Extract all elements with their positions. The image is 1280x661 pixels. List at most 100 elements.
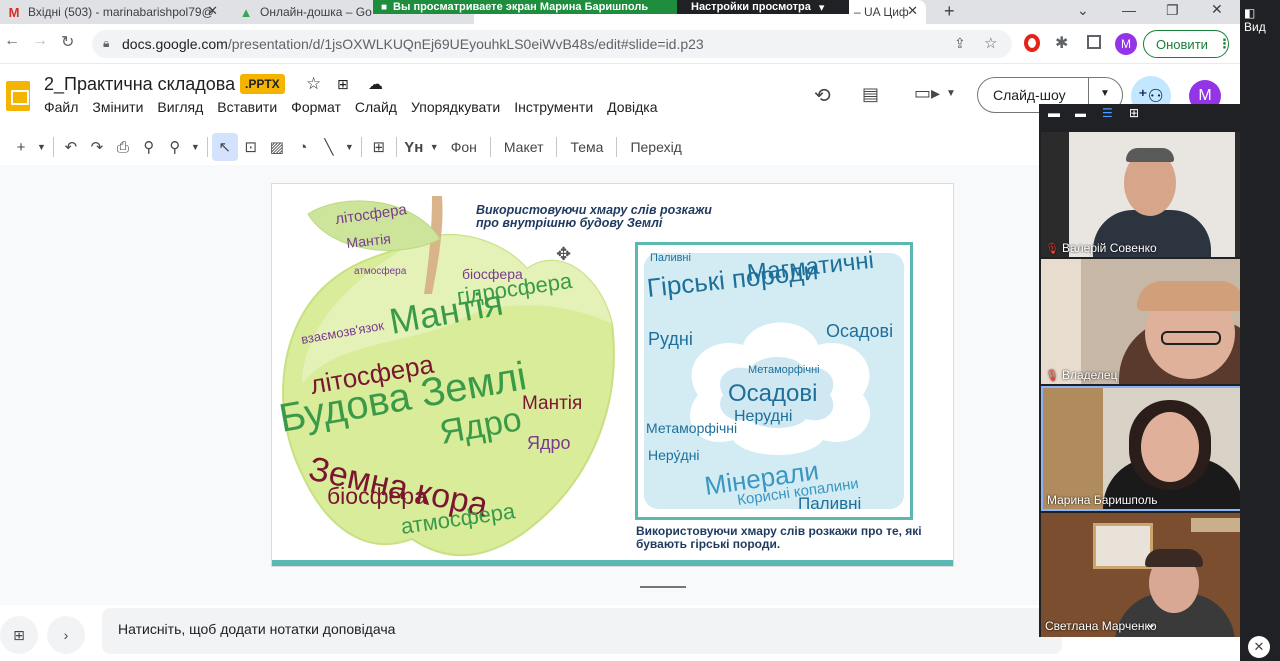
side-view-label[interactable]: ◧ Вид <box>1244 6 1280 34</box>
move-folder-icon[interactable]: ⊞ <box>337 76 349 93</box>
participant-name-text: Светлана Марченко <box>1045 619 1157 633</box>
divider <box>489 137 491 157</box>
reload-icon[interactable]: ↻ <box>61 32 74 52</box>
minimize-icon[interactable]: ▬ <box>1048 106 1060 120</box>
chevron-down-icon[interactable]: ⌄ <box>1145 615 1157 632</box>
mic-off-icon: 🎙︎ <box>1045 369 1059 382</box>
transition-button[interactable]: Перехід <box>621 139 690 155</box>
menu-tools[interactable]: Інструменти <box>514 99 593 115</box>
extensions-icon[interactable]: ✱ <box>1055 33 1068 53</box>
menu-bar: Файл Змінити Вигляд Вставити Формат Слай… <box>44 99 672 115</box>
theme-button[interactable]: Тема <box>561 139 612 155</box>
minimize-icon[interactable]: — <box>1122 2 1136 18</box>
menu-edit[interactable]: Змінити <box>92 99 143 115</box>
version-history-icon[interactable]: ⟲ <box>814 83 831 108</box>
url-host: docs.google.com <box>122 36 228 52</box>
back-icon[interactable]: ← <box>4 32 20 50</box>
new-slide-icon[interactable]: + <box>8 133 34 161</box>
undo-icon[interactable]: ↶ <box>58 133 84 161</box>
chevron-down-icon[interactable]: ▼ <box>1100 88 1110 99</box>
layout-button[interactable]: Макет <box>495 139 553 155</box>
slides-logo-icon[interactable] <box>6 81 30 111</box>
shape-icon[interactable]: ◔ <box>290 133 316 161</box>
line-icon[interactable]: ╲ <box>316 133 342 161</box>
close-icon[interactable]: ✕ <box>1248 636 1270 658</box>
participant-name: 🎙︎ Валерій Совенко <box>1045 241 1157 255</box>
chevron-down-icon[interactable]: ▼ <box>342 133 357 161</box>
zoom-icon[interactable]: ⚲ <box>162 133 188 161</box>
forward-icon[interactable]: → <box>32 32 48 50</box>
participant-tile-active[interactable]: Марина Баришполь <box>1041 386 1263 511</box>
chevron-down-icon[interactable]: ▼ <box>188 133 203 161</box>
gmail-icon: M <box>8 4 20 20</box>
participant-name: Марина Баришполь <box>1047 493 1158 507</box>
participant-name: 🎙︎ Владелец <box>1045 368 1117 382</box>
update-button[interactable]: Оновити ⋮ <box>1143 30 1231 58</box>
text-box-icon[interactable]: ⊡ <box>238 133 264 161</box>
print-icon[interactable]: ⎙ <box>110 133 136 161</box>
more-icon: ⋮ <box>1217 36 1231 51</box>
menu-arrange[interactable]: Упорядкувати <box>411 99 500 115</box>
redo-icon[interactable]: ↷ <box>84 133 110 161</box>
chevron-down-icon[interactable]: ▼ <box>946 88 956 99</box>
menu-insert[interactable]: Вставити <box>217 99 277 115</box>
notes-resize-handle[interactable] <box>640 586 686 588</box>
window-close-icon[interactable]: ✕ <box>1211 1 1223 18</box>
share-banner-text: Вы просматриваете экран Марина Баришполь <box>393 1 649 13</box>
chevron-down-icon[interactable]: ▼ <box>427 133 442 161</box>
select-tool-icon[interactable]: ↖ <box>211 133 238 161</box>
participant-tile[interactable]: Светлана Марченко ⌄ <box>1041 513 1263 637</box>
view-settings-button[interactable]: Настройки просмотра ▾ <box>677 0 849 14</box>
document-title[interactable]: 2_Практична складова <box>44 74 235 95</box>
chevron-right-icon[interactable]: › <box>47 616 85 654</box>
menu-file[interactable]: Файл <box>44 99 78 115</box>
speaker-notes[interactable]: Натисніть, щоб додати нотатки доповідача <box>102 608 1062 654</box>
profile-avatar[interactable]: M <box>1115 33 1137 55</box>
address-bar[interactable]: 🔒︎ docs.google.com/presentation/d/1jsOXW… <box>92 30 1012 58</box>
editor-toolbar: + ▼ ↶ ↷ ⎙ ⚲ ⚲ ▼ ↖ ⊡ ▨ ◔ ╲ ▼ ⊞ Yн ▼ Фон М… <box>8 131 1068 163</box>
meet-camera-icon[interactable]: ▭▸ <box>914 83 940 104</box>
star-icon[interactable]: ☆ <box>306 74 321 94</box>
strip-view-icon[interactable]: ☰ <box>1102 106 1113 120</box>
menu-format[interactable]: Формат <box>291 99 341 115</box>
tab-gmail[interactable]: M Вхідні (503) - marinabarishpol79@ ✕ <box>0 0 226 24</box>
grid-view-icon[interactable]: ⊞ <box>0 616 38 654</box>
word-cloud-word: біосфера <box>327 483 427 509</box>
menu-slide[interactable]: Слайд <box>355 99 397 115</box>
background-button[interactable]: Фон <box>442 139 486 155</box>
side-view-text: Вид <box>1244 20 1266 34</box>
participant-tile[interactable]: 🎙︎ Валерій Совенко <box>1041 132 1263 257</box>
insert-image-icon[interactable]: ▨ <box>264 133 290 161</box>
restore-icon[interactable]: ❐ <box>1166 2 1179 19</box>
word-cloud-word: Ядро <box>527 433 571 453</box>
share-page-icon[interactable]: ⇪ <box>954 35 966 52</box>
tab-drive[interactable]: ▲ Онлайн-дошка – Google Диск <box>232 0 372 24</box>
screen-share-icon: ■ <box>381 1 388 13</box>
add-comment-icon[interactable]: ⊞ <box>366 133 392 161</box>
slide[interactable]: Використовуючи хмару слів розкажи про вн… <box>271 183 954 567</box>
chevron-down-icon[interactable]: ⌄ <box>1077 2 1089 19</box>
divider <box>206 137 208 157</box>
paint-format-icon[interactable]: ⚲ <box>136 133 162 161</box>
divider <box>616 137 618 157</box>
menu-view[interactable]: Вигляд <box>157 99 203 115</box>
participant-tile[interactable]: 🎙︎ Владелец <box>1041 259 1263 384</box>
chevron-down-icon[interactable]: ▼ <box>34 133 49 161</box>
opera-icon[interactable] <box>1024 34 1040 52</box>
single-view-icon[interactable]: ▬ <box>1075 108 1086 120</box>
side-panel-icon: ◧ <box>1244 6 1256 20</box>
close-icon[interactable]: ✕ <box>207 3 218 19</box>
divider <box>395 137 397 157</box>
comments-icon[interactable]: ▤ <box>862 84 879 105</box>
photo-frame-shape <box>1093 523 1153 569</box>
speaker-notes-placeholder: Натисніть, щоб додати нотатки доповідача <box>118 621 396 637</box>
bookmark-star-icon[interactable]: ☆ <box>984 34 997 52</box>
move-cursor-icon: ✥ <box>556 244 572 264</box>
cloud-status-icon[interactable]: ☁ <box>368 75 383 93</box>
menu-help[interactable]: Довідка <box>607 99 657 115</box>
close-icon[interactable]: ✕ <box>907 3 918 19</box>
grid-view-icon[interactable]: ⊞ <box>1129 106 1139 120</box>
side-panel-icon[interactable] <box>1087 35 1101 49</box>
input-tools-icon[interactable]: Yн <box>401 133 427 161</box>
new-tab-icon[interactable]: + <box>944 1 955 22</box>
